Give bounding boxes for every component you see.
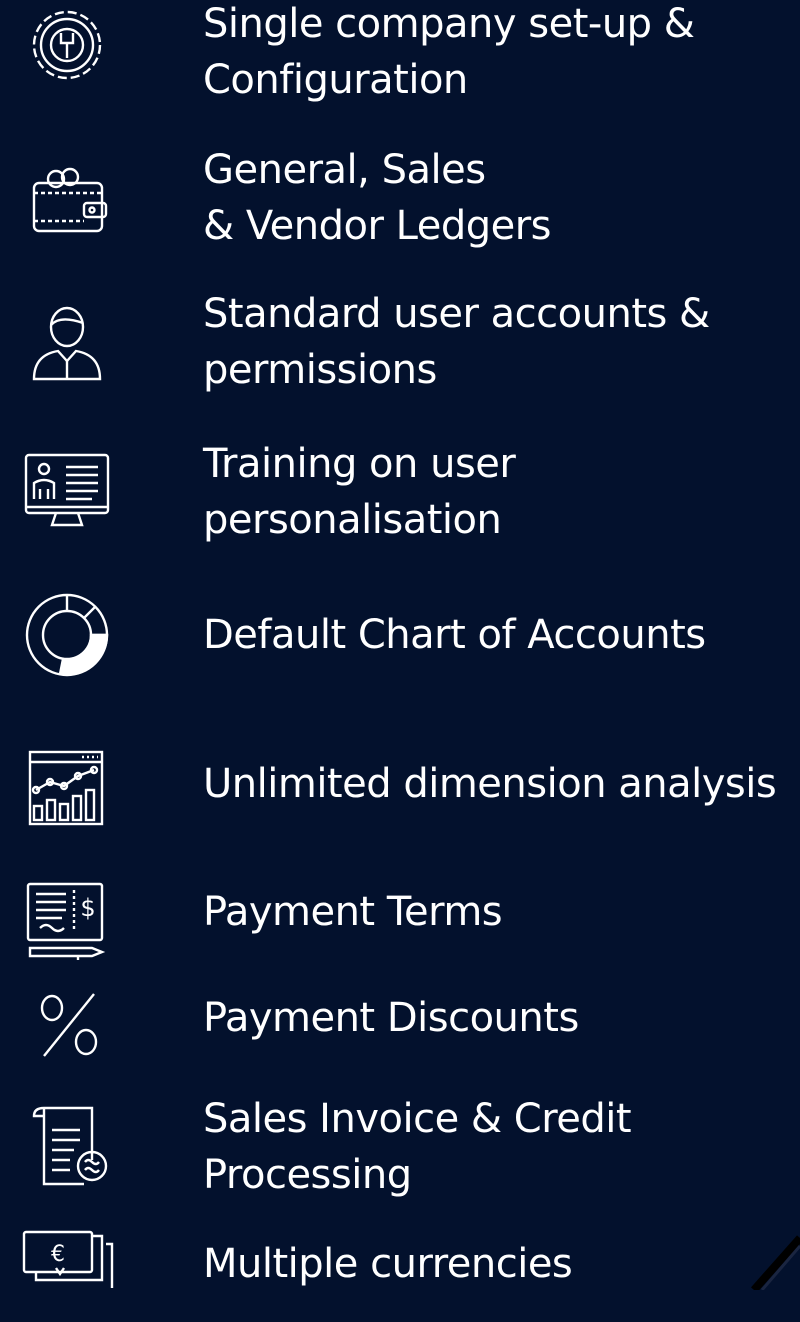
feature-label-line: Training on user xyxy=(203,441,516,487)
feature-label-line: General, Sales xyxy=(203,147,486,193)
feature-label-line: Unlimited dimension analysis xyxy=(203,761,777,807)
corner-decoration xyxy=(751,1235,800,1290)
gear-wrench-icon xyxy=(22,0,112,90)
feature-label-line: Payment Terms xyxy=(203,889,503,935)
svg-text:$: $ xyxy=(80,894,95,922)
feature-label-line: personalisation xyxy=(203,497,502,543)
analytics-chart-icon xyxy=(22,740,112,830)
invoice-scroll-icon xyxy=(22,1100,112,1190)
feature-label-line: & Vendor Ledgers xyxy=(203,203,552,249)
feature-label-line: Standard user accounts & xyxy=(203,291,710,337)
euro-banknote-icon: € xyxy=(22,1228,114,1318)
donut-chart-icon xyxy=(22,590,112,680)
feature-label-line: Multiple currencies xyxy=(203,1241,573,1287)
feature-label-line: Processing xyxy=(203,1152,412,1198)
feature-label-line: Single company set-up & xyxy=(203,1,695,47)
svg-text:€: € xyxy=(51,1242,65,1267)
feature-label-line: Configuration xyxy=(203,57,468,103)
feature-label-line: Default Chart of Accounts xyxy=(203,612,706,658)
monitor-training-icon xyxy=(22,445,112,535)
user-icon xyxy=(22,297,112,387)
wallet-icon xyxy=(22,155,112,245)
feature-label-line: Payment Discounts xyxy=(203,995,579,1041)
percent-icon xyxy=(22,980,112,1070)
feature-label-line: Sales Invoice & Credit xyxy=(203,1096,632,1142)
cheque-pen-icon: $ xyxy=(22,870,112,960)
feature-label-line: permissions xyxy=(203,347,437,393)
